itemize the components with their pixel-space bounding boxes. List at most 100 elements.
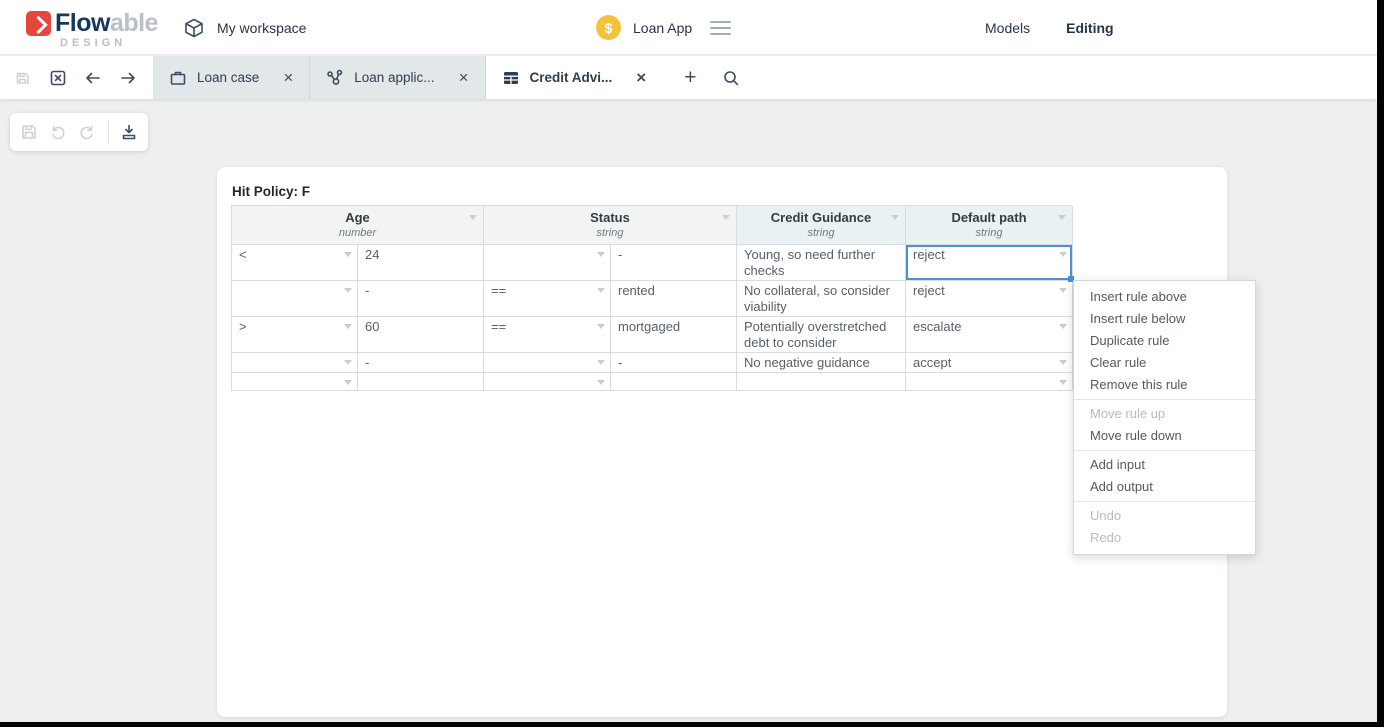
- top-bar: Flowable DESIGN My workspace $ Loan App …: [0, 0, 1377, 55]
- dropdown-icon[interactable]: [344, 380, 352, 385]
- save-button[interactable]: [18, 119, 39, 145]
- column-header-status[interactable]: Status string: [484, 206, 737, 245]
- age-operator-cell[interactable]: [232, 373, 358, 391]
- navigate-back-button[interactable]: [80, 65, 106, 91]
- close-tab-icon[interactable]: ×: [283, 69, 293, 86]
- credit-guidance-cell[interactable]: No negative guidance: [737, 353, 906, 373]
- credit-guidance-cell[interactable]: No collateral, so consider viability: [737, 281, 906, 317]
- context-menu-item[interactable]: Remove this rule: [1074, 374, 1255, 396]
- dropdown-icon[interactable]: [597, 360, 605, 365]
- status-value-cell[interactable]: -: [611, 245, 737, 281]
- cube-icon: [183, 17, 205, 39]
- default-path-cell[interactable]: [906, 373, 1073, 391]
- table-header: Age number Status string Credit Guidance…: [232, 206, 1072, 245]
- context-menu-item[interactable]: Add input: [1074, 454, 1255, 476]
- column-header-credit-guidance[interactable]: Credit Guidance string: [737, 206, 906, 245]
- default-path-cell[interactable]: reject: [906, 281, 1073, 317]
- menu-divider: [1074, 501, 1255, 502]
- dropdown-icon[interactable]: [597, 252, 605, 257]
- status-operator-cell[interactable]: [484, 353, 611, 373]
- redo-icon[interactable]: [77, 119, 98, 145]
- age-operator-cell[interactable]: >: [232, 317, 358, 353]
- dropdown-icon[interactable]: [344, 288, 352, 293]
- status-operator-cell[interactable]: [484, 373, 611, 391]
- download-model-button[interactable]: [119, 119, 140, 145]
- nav-editing[interactable]: Editing: [1066, 20, 1113, 36]
- credit-guidance-cell[interactable]: Potentially overstretched debt to consid…: [737, 317, 906, 353]
- dropdown-icon[interactable]: [1059, 288, 1067, 293]
- dropdown-icon[interactable]: [344, 360, 352, 365]
- age-value-cell[interactable]: [358, 373, 484, 391]
- context-menu-item[interactable]: Undo: [1074, 505, 1255, 527]
- status-value-cell[interactable]: mortgaged: [611, 317, 737, 353]
- dropdown-icon[interactable]: [344, 252, 352, 257]
- menu-divider: [1074, 450, 1255, 451]
- app-selector[interactable]: $ Loan App: [596, 0, 731, 55]
- undo-icon[interactable]: [47, 119, 68, 145]
- dropdown-icon[interactable]: [1059, 380, 1067, 385]
- tab-label: Loan applic...: [354, 70, 434, 85]
- credit-guidance-cell[interactable]: [737, 373, 906, 391]
- default-path-cell[interactable]: accept: [906, 353, 1073, 373]
- column-header-age[interactable]: Age number: [232, 206, 484, 245]
- tab-loan-case[interactable]: Loan case ×: [153, 56, 310, 99]
- status-operator-cell[interactable]: ==: [484, 281, 611, 317]
- age-operator-cell[interactable]: [232, 353, 358, 373]
- status-operator-cell[interactable]: [484, 245, 611, 281]
- context-menu-item[interactable]: Insert rule below: [1074, 308, 1255, 330]
- tab-label: Credit Advi...: [530, 70, 613, 85]
- dropdown-icon[interactable]: [1059, 252, 1067, 257]
- status-value-cell[interactable]: rented: [611, 281, 737, 317]
- filter-icon[interactable]: [722, 215, 730, 220]
- loan-app-icon: $: [596, 15, 621, 40]
- tab-strip: Loan case × Loan applic... × Credit Advi…: [0, 56, 1377, 99]
- status-value-cell[interactable]: -: [611, 353, 737, 373]
- age-operator-cell[interactable]: <: [232, 245, 358, 281]
- tab-credit-advice[interactable]: Credit Advi... ×: [486, 56, 663, 99]
- dropdown-icon[interactable]: [597, 324, 605, 329]
- new-tab-button[interactable]: +: [684, 67, 696, 88]
- context-menu-item[interactable]: Move rule down: [1074, 425, 1255, 447]
- close-tab-icon[interactable]: ×: [459, 69, 469, 86]
- filter-icon[interactable]: [469, 215, 477, 220]
- age-value-cell[interactable]: -: [358, 353, 484, 373]
- dropdown-icon[interactable]: [597, 380, 605, 385]
- search-icon[interactable]: [718, 65, 744, 91]
- close-all-tabs-button[interactable]: [45, 65, 71, 91]
- flowable-logo-icon: [26, 11, 51, 36]
- save-all-button[interactable]: [10, 65, 36, 91]
- hamburger-menu-icon[interactable]: [710, 21, 731, 35]
- dropdown-icon[interactable]: [597, 288, 605, 293]
- top-navigation: Models Editing: [985, 0, 1114, 55]
- age-value-cell[interactable]: -: [358, 281, 484, 317]
- context-menu-item[interactable]: Add output: [1074, 476, 1255, 498]
- age-value-cell[interactable]: 24: [358, 245, 484, 281]
- age-operator-cell[interactable]: [232, 281, 358, 317]
- filter-icon[interactable]: [891, 215, 899, 220]
- status-value-cell[interactable]: [611, 373, 737, 391]
- context-menu-item[interactable]: Redo: [1074, 527, 1255, 549]
- credit-guidance-cell[interactable]: Young, so need further checks: [737, 245, 906, 281]
- dropdown-icon[interactable]: [344, 324, 352, 329]
- context-menu-item[interactable]: Duplicate rule: [1074, 330, 1255, 352]
- context-menu-item[interactable]: Move rule up: [1074, 403, 1255, 425]
- workspace-label: My workspace: [217, 20, 306, 36]
- default-path-cell[interactable]: reject: [906, 245, 1073, 281]
- default-path-cell[interactable]: escalate: [906, 317, 1073, 353]
- tab-loan-application[interactable]: Loan applic... ×: [310, 56, 485, 99]
- workspace-selector[interactable]: My workspace: [183, 0, 306, 55]
- filter-icon[interactable]: [1058, 215, 1066, 220]
- status-operator-cell[interactable]: ==: [484, 317, 611, 353]
- tab-strip-actions: [0, 56, 153, 99]
- context-menu-item[interactable]: Insert rule above: [1074, 286, 1255, 308]
- close-tab-icon[interactable]: ×: [636, 69, 646, 86]
- dropdown-icon[interactable]: [1059, 360, 1067, 365]
- dropdown-icon[interactable]: [1059, 324, 1067, 329]
- table-row: - == rented No collateral, so consider v…: [232, 281, 1072, 317]
- context-menu-item[interactable]: Clear rule: [1074, 352, 1255, 374]
- age-value-cell[interactable]: 60: [358, 317, 484, 353]
- nav-models[interactable]: Models: [985, 20, 1030, 36]
- table-row: > 60 == mortgaged Potentially overstretc…: [232, 317, 1072, 353]
- column-header-default-path[interactable]: Default path string: [906, 206, 1073, 245]
- navigate-forward-button[interactable]: [115, 65, 141, 91]
